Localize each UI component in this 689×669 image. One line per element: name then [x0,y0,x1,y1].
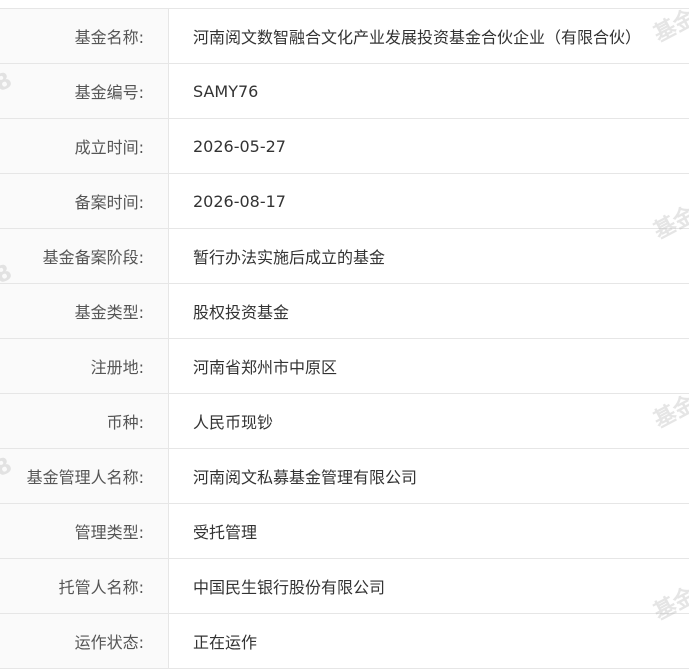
filing-stage-label: 基金备案阶段: [0,229,169,283]
fund-info-table: 基金名称: 河南阅文数智融合文化产业发展投资基金合伙企业（有限合伙） 基金编号:… [0,8,689,669]
table-row: 管理类型: 受托管理 [0,504,689,559]
custodian-name-value: 中国民生银行股份有限公司 [193,578,386,597]
operation-status-value: 正在运作 [193,633,258,652]
filing-date-label: 备案时间: [0,174,169,228]
manager-name-value: 河南阅文私募基金管理有限公司 [193,468,418,487]
table-row: 托管人名称: 中国民生银行股份有限公司 [0,559,689,614]
table-row: 备案时间: 2026-08-17 [0,174,689,229]
registered-place-label: 注册地: [0,339,169,393]
fund-type-label: 基金类型: [0,284,169,338]
table-row: 基金备案阶段: 暂行办法实施后成立的基金 [0,229,689,284]
table-row: 注册地: 河南省郑州市中原区 [0,339,689,394]
fund-code-value: SAMY76 [193,81,259,101]
fund-name-value: 河南阅文数智融合文化产业发展投资基金合伙企业（有限合伙） [193,28,642,47]
table-row: 基金类型: 股权投资基金 [0,284,689,339]
fund-code-label: 基金编号: [0,64,169,118]
established-date-label: 成立时间: [0,119,169,173]
table-row: 基金名称: 河南阅文数智融合文化产业发展投资基金合伙企业（有限合伙） [0,9,689,64]
manager-name-label: 基金管理人名称: [0,449,169,503]
table-row: 基金编号: SAMY76 [0,64,689,119]
management-type-value: 受托管理 [193,523,258,542]
table-row: 成立时间: 2026-05-27 [0,119,689,174]
table-row: 币种: 人民币现钞 [0,394,689,449]
filing-date-value: 2026-08-17 [193,191,286,211]
table-row: 基金管理人名称: 河南阅文私募基金管理有限公司 [0,449,689,504]
filing-stage-value: 暂行办法实施后成立的基金 [193,248,386,267]
table-row: 运作状态: 正在运作 [0,614,689,669]
management-type-label: 管理类型: [0,504,169,558]
registered-place-value: 河南省郑州市中原区 [193,358,338,377]
operation-status-label: 运作状态: [0,614,169,668]
fund-type-value: 股权投资基金 [193,303,290,322]
established-date-value: 2026-05-27 [193,136,286,156]
fund-name-label: 基金名称: [0,9,169,63]
custodian-name-label: 托管人名称: [0,559,169,613]
currency-value: 人民币现钞 [193,413,274,432]
currency-label: 币种: [0,394,169,448]
